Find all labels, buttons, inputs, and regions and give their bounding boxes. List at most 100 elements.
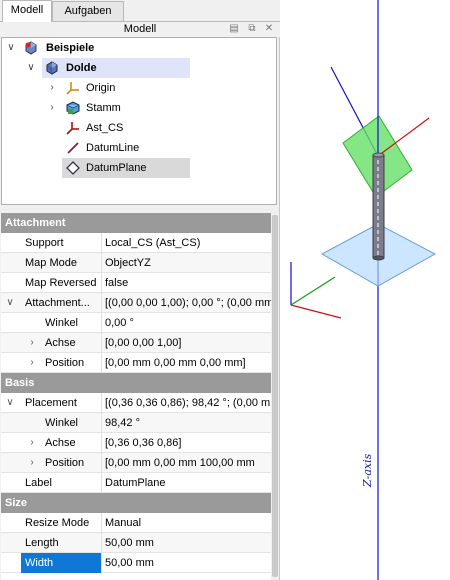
tab-modell[interactable]: Modell [2,0,52,22]
property-row[interactable]: ∨ Attachment... [(0,00 0,00 1,00); 0,00 … [1,293,271,313]
part-icon [45,61,59,75]
model-panel-title: Modell [123,23,157,35]
property-name: Label [25,477,52,489]
group-basis[interactable]: Basis [1,373,271,393]
model-tree: ∨ Beispiele ∨ Dolde › Origin › Stamm Ast… [1,37,277,205]
property-name: Achse [45,337,76,349]
chevron-down-icon[interactable]: ∨ [26,58,36,78]
group-label: Attachment [5,217,66,229]
property-name: Width [21,553,101,573]
tree-item-origin[interactable]: › Origin [2,78,276,98]
property-name: Attachment... [25,297,90,309]
chevron-right-icon[interactable]: › [27,433,37,453]
triad-y-axis [290,276,336,306]
tree-item-stamm[interactable]: › Stamm [2,98,276,118]
datum-plane-icon [66,161,80,175]
property-value[interactable]: Local_CS (Ast_CS) [105,233,271,253]
tree-item-datumplane-content[interactable]: DatumPlane [2,158,276,178]
undock-panel-icon[interactable]: ⧉ [246,23,258,35]
datum-line-icon [66,141,80,155]
property-name: Map Mode [25,257,77,269]
z-axis-label: Z-axis [361,453,374,488]
property-value[interactable]: [0,00 mm 0,00 mm 0,00 mm] [105,353,271,373]
property-row[interactable]: Resize Mode Manual [1,513,271,533]
property-value[interactable]: ObjectYZ [105,253,271,273]
property-row[interactable]: ∨ Placement [(0,36 0,36 0,86); 98,42 °; … [1,393,271,413]
column-divider [101,513,102,533]
float-panel-icon[interactable]: ▤ [228,23,240,35]
property-name: Achse [45,437,76,449]
chevron-down-icon[interactable]: ∨ [6,38,16,58]
property-row[interactable]: Map Mode ObjectYZ [1,253,271,273]
column-divider [101,313,102,333]
property-value[interactable]: [(0,00 0,00 1,00); 0,00 °; (0,00 mm [105,293,271,313]
column-divider [101,273,102,293]
property-row[interactable]: › Position [0,00 mm 0,00 mm 0,00 mm] [1,353,271,373]
chevron-right-icon[interactable]: › [27,333,37,353]
combo-view-tabbar: Modell Aufgaben [0,0,280,22]
property-value[interactable]: 0,00 ° [105,313,271,333]
chevron-right-icon[interactable]: › [27,453,37,473]
property-row[interactable]: › Achse [0,00 0,00 1,00] [1,333,271,353]
group-attachment[interactable]: Attachment [1,213,271,233]
body-icon [24,41,38,55]
close-panel-icon[interactable]: ✕ [263,23,275,35]
tree-item-dolde-content[interactable]: ∨ Dolde [2,58,276,78]
column-divider [101,253,102,273]
column-divider [101,433,102,453]
property-row[interactable]: Map Reversed false [1,273,271,293]
3d-scene[interactable]: Z-axis [281,0,450,580]
property-row[interactable]: Winkel 0,00 ° [1,313,271,333]
property-row[interactable]: › Achse [0,36 0,36 0,86] [1,433,271,453]
property-scrollbar[interactable] [271,213,279,580]
column-divider [101,413,102,433]
property-name: Placement [25,397,77,409]
tree-item-label: DatumLine [86,142,140,154]
property-value[interactable]: 50,00 mm [105,553,271,573]
group-label: Size [5,497,28,509]
column-divider [101,233,102,253]
column-divider [101,453,102,473]
property-value[interactable]: 50,00 mm [105,533,271,553]
property-value[interactable]: [0,36 0,36 0,86] [105,433,271,453]
column-divider [101,393,102,413]
chevron-down-icon[interactable]: ∨ [5,293,15,313]
column-divider [101,553,102,573]
property-value[interactable]: false [105,273,271,293]
property-row[interactable]: › Position [0,00 mm 0,00 mm 100,00 mm [1,453,271,473]
property-name: Length [25,537,59,549]
property-value[interactable]: Manual [105,513,271,533]
property-value[interactable]: [0,00 mm 0,00 mm 100,00 mm [105,453,271,473]
property-row[interactable]: Winkel 98,42 ° [1,413,271,433]
property-name: Support [25,237,64,249]
property-name: Winkel [45,317,79,329]
tree-item-ast-cs[interactable]: Ast_CS [2,118,276,138]
property-value[interactable]: DatumPlane [105,473,271,493]
chevron-right-icon[interactable]: › [27,353,37,373]
property-row[interactable]: Length 50,00 mm [1,533,271,553]
property-row[interactable]: Label DatumPlane [1,473,271,493]
property-value[interactable]: [(0,36 0,36 0,86); 98,42 °; (0,00 mm [105,393,271,413]
property-row[interactable]: Support Local_CS (Ast_CS) [1,233,271,253]
property-name: Position [45,457,85,469]
chevron-right-icon[interactable]: › [47,78,57,98]
chevron-down-icon[interactable]: ∨ [5,393,15,413]
tree-item-datumline[interactable]: DatumLine [2,138,276,158]
3d-viewport[interactable]: Z-axis [281,0,450,580]
triad-x-axis [290,304,342,319]
tree-item-label: Beispiele [46,42,95,54]
property-value[interactable]: 98,42 ° [105,413,271,433]
tree-item-label: Ast_CS [86,122,124,134]
group-label: Basis [5,377,35,389]
property-value[interactable]: [0,00 0,00 1,00] [105,333,271,353]
property-name: Position [45,357,85,369]
chevron-right-icon[interactable]: › [47,98,57,118]
tree-item-label: Stamm [86,102,121,114]
property-row-selected[interactable]: Width 50,00 mm [1,553,271,573]
tab-aufgaben[interactable]: Aufgaben [52,1,124,21]
tree-item-beispiele[interactable]: ∨ Beispiele [2,38,276,58]
group-size[interactable]: Size [1,493,271,513]
scrollbar-thumb[interactable] [272,215,278,577]
stem-bottom [372,255,385,261]
stem-top [372,152,385,158]
